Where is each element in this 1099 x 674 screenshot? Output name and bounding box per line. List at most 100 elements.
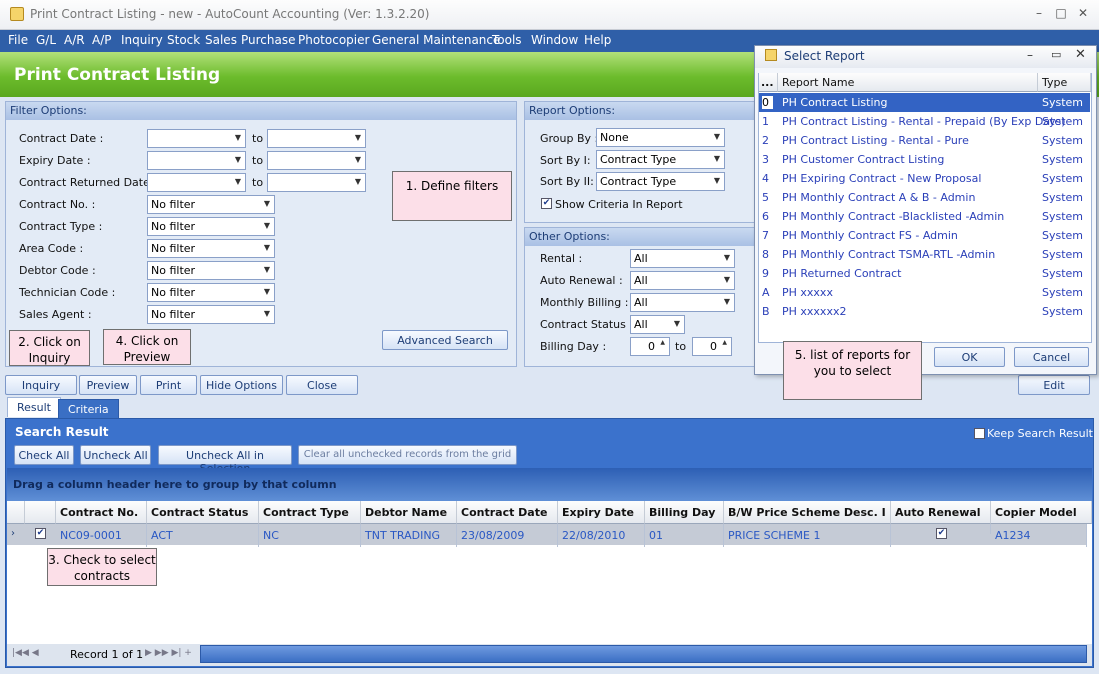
technician-code-filter[interactable]: No filter ▼ [147, 283, 275, 302]
contract-date-from[interactable]: ▼ [147, 129, 246, 148]
area-code-filter[interactable]: No filter ▼ [147, 239, 275, 258]
menu-ap[interactable]: A/P [92, 33, 112, 47]
contract-date-to[interactable]: ▼ [267, 129, 366, 148]
col-contract-status[interactable]: Contract Status [147, 501, 259, 524]
sales-agent-label: Sales Agent : [19, 308, 92, 321]
row-select-checkbox[interactable]: ✔ [35, 528, 46, 539]
nav-next-icon[interactable]: ▶ ▶▶ ▶| + [145, 648, 192, 658]
report-row[interactable]: B PH xxxxxx2 System [759, 302, 1090, 321]
search-result-title: Search Result [15, 425, 109, 439]
preview-button[interactable]: Preview [79, 375, 137, 395]
dialog-cancel-button[interactable]: Cancel [1014, 347, 1089, 367]
report-key: 8 [762, 248, 769, 261]
col-contract-type[interactable]: Contract Type [259, 501, 361, 524]
dialog-close-icon[interactable]: ✕ [1075, 47, 1086, 62]
report-row[interactable]: 3 PH Customer Contract Listing System [759, 150, 1090, 169]
col-copier-model[interactable]: Copier Model [991, 501, 1092, 524]
billing-day-from[interactable]: 0 ▲ [630, 337, 670, 356]
report-row[interactable]: 4 PH Expiring Contract - New Proposal Syst… [759, 169, 1090, 188]
menu-general-maintenance[interactable]: General Maintenance [372, 33, 500, 47]
print-button[interactable]: Print [140, 375, 197, 395]
close-button[interactable]: Close [286, 375, 358, 395]
sales-agent-filter[interactable]: No filter ▼ [147, 305, 275, 324]
sort-by-1-label: Sort By I: [540, 154, 591, 167]
advanced-search-button[interactable]: Advanced Search [382, 330, 508, 350]
sort-by-2-select[interactable]: Contract Type ▼ [596, 172, 725, 191]
close-icon[interactable]: ✕ [1072, 6, 1094, 22]
report-name: PH Contract Listing - Rental - Pure [782, 134, 969, 147]
contract-status-value: All [634, 318, 648, 331]
menu-gl[interactable]: G/L [36, 33, 56, 47]
hide-options-button[interactable]: Hide Options [200, 375, 283, 395]
report-row[interactable]: 1 PH Contract Listing - Rental - Prepaid … [759, 112, 1090, 131]
sort-by-1-select[interactable]: Contract Type ▼ [596, 150, 725, 169]
dialog-ok-button[interactable]: OK [934, 347, 1005, 367]
tab-result[interactable]: Result [7, 397, 61, 417]
report-name: PH xxxxx [782, 286, 833, 299]
dialog-maximize-icon[interactable]: ▭ [1051, 48, 1061, 61]
keep-result-checkbox[interactable] [974, 428, 985, 439]
report-row[interactable]: 9 PH Returned Contract System [759, 264, 1090, 283]
col-contract-date[interactable]: Contract Date [457, 501, 558, 524]
menu-sales[interactable]: Sales [205, 33, 237, 47]
report-row[interactable]: 7 PH Monthly Contract FS - Admin System [759, 226, 1090, 245]
report-type-header[interactable]: Type [1038, 73, 1091, 92]
inquiry-button[interactable]: Inquiry [5, 375, 77, 395]
col-debtor-name[interactable]: Debtor Name [361, 501, 457, 524]
uncheck-selection-button[interactable]: Uncheck All in Selection [158, 445, 292, 475]
col-expiry-date[interactable]: Expiry Date [558, 501, 645, 524]
returned-date-to[interactable]: ▼ [267, 173, 366, 192]
dialog-minimize-icon[interactable]: – [1027, 48, 1033, 62]
report-name-header[interactable]: Report Name [778, 73, 1038, 92]
nav-first-icon[interactable]: |◀◀ ◀ [12, 648, 39, 658]
expiry-date-to[interactable]: ▼ [267, 151, 366, 170]
col-contract-no[interactable]: Contract No. [56, 501, 147, 524]
menu-help[interactable]: Help [584, 33, 611, 47]
menu-tools[interactable]: Tools [492, 33, 522, 47]
menu-photocopier[interactable]: Photocopier [298, 33, 369, 47]
report-row[interactable]: 8 PH Monthly Contract TSMA-RTL -Admin Syst… [759, 245, 1090, 264]
report-row[interactable]: 6 PH Monthly Contract -Blacklisted -Admin… [759, 207, 1090, 226]
filter-value: No filter [151, 220, 196, 233]
report-row[interactable]: 5 PH Monthly Contract A & B - Admin System [759, 188, 1090, 207]
minimize-icon[interactable]: – [1028, 6, 1050, 22]
billing-day-label: Billing Day : [540, 340, 607, 353]
clear-unchecked-button[interactable]: Clear all unchecked records from the gri… [298, 445, 517, 465]
report-name: PH xxxxxx2 [782, 305, 847, 318]
filter-value: No filter [151, 264, 196, 277]
contract-status-select[interactable]: All ▼ [630, 315, 685, 334]
expiry-date-from[interactable]: ▼ [147, 151, 246, 170]
menu-stock[interactable]: Stock [167, 33, 200, 47]
debtor-code-filter[interactable]: No filter ▼ [147, 261, 275, 280]
cell-price-scheme: PRICE SCHEME 1 [724, 524, 891, 547]
expiry-date-label: Expiry Date : [19, 154, 91, 167]
tab-criteria[interactable]: Criteria [58, 399, 119, 419]
rental-select[interactable]: All ▼ [630, 249, 735, 268]
edit-button[interactable]: Edit [1018, 375, 1090, 395]
menu-purchase[interactable]: Purchase [241, 33, 296, 47]
group-by-select[interactable]: None ▼ [596, 128, 725, 147]
menu-window[interactable]: Window [531, 33, 578, 47]
monthly-billing-select[interactable]: All ▼ [630, 293, 735, 312]
report-type: System [1042, 153, 1084, 166]
horizontal-scrollbar[interactable] [200, 645, 1087, 663]
check-all-button[interactable]: Check All [14, 445, 74, 465]
billing-day-to[interactable]: 0 ▲ [692, 337, 732, 356]
menu-ar[interactable]: A/R [64, 33, 85, 47]
auto-renewal-select[interactable]: All ▼ [630, 271, 735, 290]
returned-date-from[interactable]: ▼ [147, 173, 246, 192]
report-row[interactable]: 2 PH Contract Listing - Rental - Pure Syst… [759, 131, 1090, 150]
contract-no-filter[interactable]: No filter ▼ [147, 195, 275, 214]
maximize-icon[interactable]: □ [1050, 6, 1072, 22]
col-price-scheme[interactable]: B/W Price Scheme Desc. I [724, 501, 891, 524]
uncheck-all-button[interactable]: Uncheck All [80, 445, 151, 465]
col-auto-renewal[interactable]: Auto Renewal [891, 501, 991, 524]
col-billing-day[interactable]: Billing Day [645, 501, 724, 524]
menu-inquiry[interactable]: Inquiry [121, 33, 163, 47]
contract-type-filter[interactable]: No filter ▼ [147, 217, 275, 236]
show-criteria-checkbox[interactable]: ✔ [541, 198, 552, 209]
report-row[interactable]: 0 PH Contract Listing System [759, 93, 1090, 112]
report-key: 9 [762, 267, 769, 280]
menu-file[interactable]: File [8, 33, 28, 47]
report-row[interactable]: A PH xxxxx System [759, 283, 1090, 302]
